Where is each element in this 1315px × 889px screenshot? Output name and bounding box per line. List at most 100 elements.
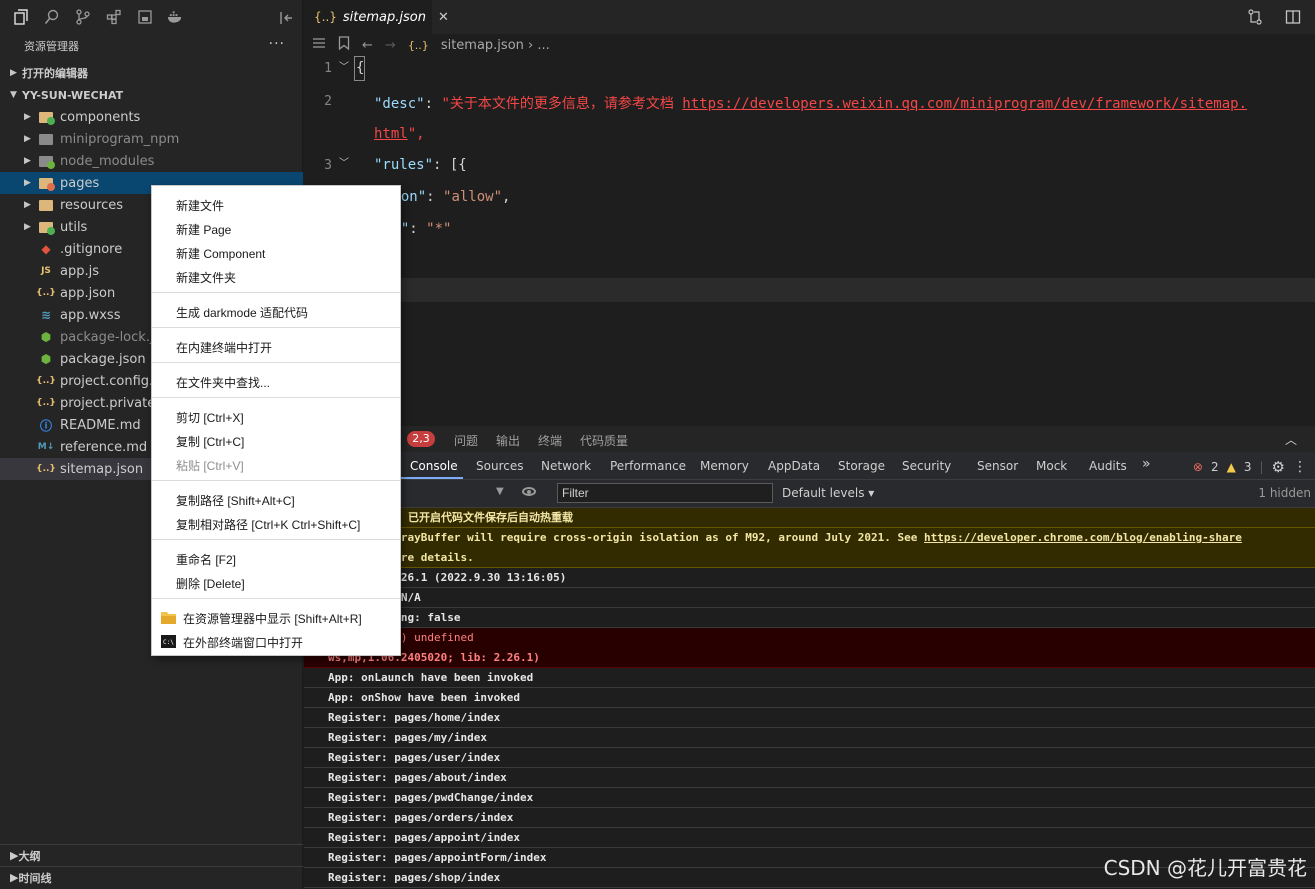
- collapse-sidebar-icon[interactable]: [278, 9, 295, 26]
- outline-label: 大纲: [18, 849, 41, 863]
- kebab-menu-icon[interactable]: ⋮: [1293, 459, 1307, 475]
- console-text: Register: pages/pwdChange/index: [328, 791, 534, 804]
- console-link[interactable]: https://developer.chrome.com/blog/enabli…: [924, 531, 1242, 544]
- menu-item[interactable]: 新建文件: [176, 197, 224, 214]
- menu-item[interactable]: 复制 [Ctrl+C]: [176, 433, 244, 450]
- menu-item[interactable]: 新建 Page: [176, 221, 231, 238]
- files-icon[interactable]: [12, 9, 29, 26]
- console-log-line: App: onShow have been invoked: [304, 688, 1315, 708]
- menu-item[interactable]: 在文件夹中查找...: [176, 374, 270, 391]
- tab-terminal[interactable]: 终端: [538, 432, 562, 449]
- split-editor-icon[interactable]: [1285, 9, 1301, 28]
- breadcrumb-file[interactable]: sitemap.json › ...: [441, 38, 550, 53]
- fold-chevron-icon[interactable]: ﹀: [339, 58, 349, 73]
- chevron-down-icon: ▼: [10, 90, 17, 100]
- tab-output[interactable]: 输出: [496, 432, 520, 449]
- close-icon[interactable]: ✕: [438, 10, 449, 25]
- console-text: Register: pages/appoint/index: [328, 831, 521, 844]
- chevron-right-icon[interactable]: ▶: [24, 156, 31, 166]
- eye-icon[interactable]: [522, 487, 536, 496]
- chevron-right-icon[interactable]: ▶: [24, 112, 31, 122]
- timeline-section[interactable]: ▶ 时间线: [0, 866, 303, 888]
- chevron-right-icon[interactable]: ▶: [24, 178, 31, 188]
- file-tree-item-label: README.md: [60, 417, 141, 433]
- tab-problems[interactable]: 问题: [454, 432, 478, 449]
- file-tree-item[interactable]: ▶ node_modules: [0, 150, 303, 172]
- more-actions-icon[interactable]: ···: [269, 36, 285, 52]
- menu-item[interactable]: 在资源管理器中显示 [Shift+Alt+R]: [183, 610, 362, 627]
- divider: |: [1259, 460, 1264, 474]
- tab-console[interactable]: Console: [410, 459, 458, 473]
- console-log-line: Register: pages/user/index: [304, 748, 1315, 768]
- error-count[interactable]: 2: [1211, 460, 1219, 474]
- chevron-right-icon[interactable]: ▶: [24, 200, 31, 210]
- chevron-right-icon[interactable]: ▶: [24, 222, 31, 232]
- line-number: 3: [324, 158, 332, 173]
- project-section[interactable]: ▼ YY-SUN-WECHAT: [0, 84, 303, 106]
- outline-section[interactable]: ▶ 大纲: [0, 844, 303, 866]
- menu-item[interactable]: 删除 [Delete]: [176, 575, 245, 592]
- code-line-4: tion": "allow",: [384, 189, 511, 205]
- doc-link[interactable]: https://developers.weixin.qq.com/minipro…: [682, 96, 1247, 112]
- console-log-line: ChatLib: 2.26.1 (2022.9.30 13:16:05): [304, 568, 1315, 588]
- error-count-badge[interactable]: 2,3: [407, 431, 435, 447]
- console-log-line: Register: pages/my/index: [304, 728, 1315, 748]
- tab-sitemap-json[interactable]: {..} sitemap.json ✕: [304, 0, 449, 34]
- search-icon[interactable]: [43, 9, 60, 26]
- tab-sources[interactable]: Sources: [476, 459, 523, 473]
- devtools-window: 资源管理器 ··· ▶ 打开的编辑器 ▼ YY-SUN-WECHAT ▶ comp…: [0, 0, 1315, 889]
- chevron-right-icon[interactable]: ▶: [24, 134, 31, 144]
- menu-item[interactable]: 新建 Component: [176, 245, 265, 262]
- folder-icon: [39, 154, 55, 169]
- console-filter-bar: ▼ Filter Default levels ▾ 1 hidden: [304, 480, 1315, 508]
- console-text: n] SharedArrayBuffer will require cross-…: [328, 531, 925, 544]
- tab-audits[interactable]: Audits: [1089, 459, 1127, 473]
- console-error: ws,mp,1.06.2405020; lib: 2.26.1): [304, 648, 1315, 668]
- chevron-up-icon[interactable]: ︿: [1285, 431, 1297, 448]
- tab-storage[interactable]: Storage: [838, 459, 885, 473]
- docker-icon[interactable]: [167, 9, 184, 26]
- source-control-icon[interactable]: [74, 9, 91, 26]
- menu-item[interactable]: 剪切 [Ctrl+X]: [176, 409, 244, 426]
- tab-performance[interactable]: Performance: [610, 459, 686, 473]
- file-tree-item-label: app.js: [60, 263, 99, 279]
- log-levels-dropdown[interactable]: Default levels ▾: [782, 486, 874, 500]
- fold-chevron-icon[interactable]: ﹀: [339, 154, 349, 169]
- file-tree-item[interactable]: ▶ components: [0, 106, 303, 128]
- storage-icon[interactable]: [136, 9, 153, 26]
- console-warning: n] SharedArrayBuffer will require cross-…: [304, 528, 1315, 548]
- console-log-line: Register: pages/orders/index: [304, 808, 1315, 828]
- back-arrow-icon[interactable]: ←: [362, 38, 373, 53]
- menu-item[interactable]: 复制路径 [Shift+Alt+C]: [176, 492, 295, 509]
- menu-separator: [152, 292, 400, 293]
- filter-input[interactable]: Filter: [557, 483, 773, 503]
- gear-icon[interactable]: ⚙: [1272, 458, 1285, 476]
- code-editor[interactable]: 1 ﹀ { 2 "desc": "关于本文件的更多信息，请参考文档 https:…: [304, 56, 1315, 310]
- compare-icon[interactable]: [1247, 9, 1263, 28]
- console-text: Register: pages/orders/index: [328, 811, 514, 824]
- more-tabs-icon[interactable]: »: [1142, 456, 1151, 472]
- tab-sensor[interactable]: Sensor: [977, 459, 1018, 473]
- console-log-line: Register: pages/about/index: [304, 768, 1315, 788]
- menu-item[interactable]: 生成 darkmode 适配代码: [176, 304, 308, 321]
- menu-item[interactable]: 新建文件夹: [176, 269, 236, 286]
- context-dropdown-icon[interactable]: ▼: [496, 486, 504, 497]
- doc-link-wrap[interactable]: html: [374, 126, 408, 142]
- tab-code-quality[interactable]: 代码质量: [580, 432, 628, 449]
- open-editors-section[interactable]: ▶ 打开的编辑器: [0, 62, 303, 84]
- menu-item[interactable]: 重命名 [F2]: [176, 551, 236, 568]
- tab-appdata[interactable]: AppData: [768, 459, 820, 473]
- forward-arrow-icon[interactable]: →: [385, 38, 396, 53]
- list-icon[interactable]: [312, 37, 326, 53]
- extensions-icon[interactable]: [105, 9, 122, 26]
- file-tree-item[interactable]: ▶ miniprogram_npm: [0, 128, 303, 150]
- menu-item[interactable]: 复制相对路径 [Ctrl+K Ctrl+Shift+C]: [176, 516, 360, 533]
- tab-mock[interactable]: Mock: [1036, 459, 1067, 473]
- warning-count[interactable]: 3: [1244, 460, 1252, 474]
- menu-item[interactable]: 在外部终端窗口中打开: [183, 634, 303, 651]
- tab-memory[interactable]: Memory: [700, 459, 749, 473]
- tab-network[interactable]: Network: [541, 459, 591, 473]
- tab-security[interactable]: Security: [902, 459, 951, 473]
- bookmark-icon[interactable]: [338, 36, 350, 54]
- menu-item[interactable]: 在内建终端中打开: [176, 339, 272, 356]
